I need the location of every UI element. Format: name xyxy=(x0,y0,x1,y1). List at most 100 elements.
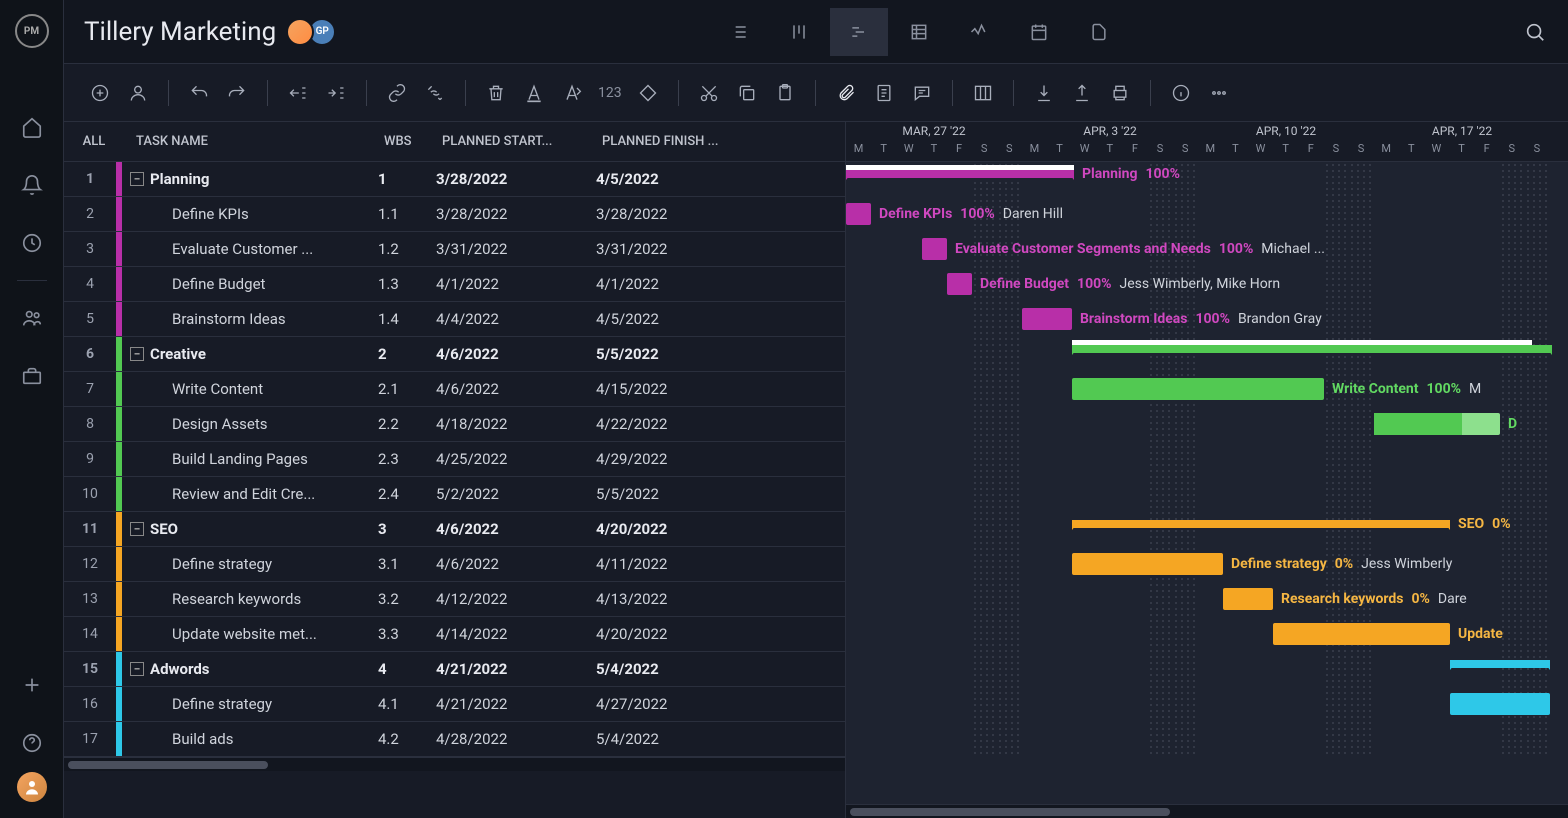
list-view-tab[interactable] xyxy=(710,8,768,56)
col-name[interactable]: TASK NAME xyxy=(124,134,384,149)
table-row[interactable]: 16 Define strategy 4.1 4/21/2022 4/27/20… xyxy=(64,687,845,722)
gantt-bar[interactable]: Update xyxy=(1273,623,1450,645)
add-task-icon[interactable] xyxy=(88,81,112,105)
gantt-row[interactable]: Define KPIs100%Daren Hill xyxy=(846,197,1568,232)
table-row[interactable]: 7 Write Content 2.1 4/6/2022 4/15/2022 xyxy=(64,372,845,407)
gantt-row[interactable]: D xyxy=(846,407,1568,442)
gantt-bar[interactable] xyxy=(1450,660,1550,668)
table-row[interactable]: 5 Brainstorm Ideas 1.4 4/4/2022 4/5/2022 xyxy=(64,302,845,337)
more-icon[interactable] xyxy=(1207,81,1231,105)
gantt-row[interactable]: Define Budget100%Jess Wimberly, Mike Hor… xyxy=(846,267,1568,302)
unlink-icon[interactable] xyxy=(423,81,447,105)
table-row[interactable]: 2 Define KPIs 1.1 3/28/2022 3/28/2022 xyxy=(64,197,845,232)
table-row[interactable]: 4 Define Budget 1.3 4/1/2022 4/1/2022 xyxy=(64,267,845,302)
search-icon[interactable] xyxy=(1522,19,1548,45)
table-row[interactable]: 8 Design Assets 2.2 4/18/2022 4/22/2022 xyxy=(64,407,845,442)
gantt-row[interactable]: Research keywords0%Dare xyxy=(846,582,1568,617)
comments-icon[interactable] xyxy=(910,81,934,105)
font-icon[interactable] xyxy=(522,81,546,105)
gantt-row[interactable]: Planning100% xyxy=(846,162,1568,197)
gantt-bar[interactable]: Write Content100%M xyxy=(1072,378,1324,400)
gantt-bar[interactable] xyxy=(1450,693,1550,715)
table-row[interactable]: 11 −SEO 3 4/6/2022 4/20/2022 xyxy=(64,512,845,547)
table-row[interactable]: 13 Research keywords 3.2 4/12/2022 4/13/… xyxy=(64,582,845,617)
help-icon[interactable] xyxy=(19,730,45,756)
gantt-row[interactable]: Brainstorm Ideas100%Brandon Gray xyxy=(846,302,1568,337)
copy-icon[interactable] xyxy=(735,81,759,105)
collapse-icon[interactable]: − xyxy=(130,172,144,186)
home-icon[interactable] xyxy=(19,114,45,140)
print-icon[interactable] xyxy=(1108,81,1132,105)
table-row[interactable]: 12 Define strategy 3.1 4/6/2022 4/11/202… xyxy=(64,547,845,582)
col-all[interactable]: ALL xyxy=(64,134,116,149)
gantt-row[interactable] xyxy=(846,477,1568,512)
collapse-icon[interactable]: − xyxy=(130,347,144,361)
table-row[interactable]: 10 Review and Edit Cre... 2.4 5/2/2022 5… xyxy=(64,477,845,512)
grid-scrollbar[interactable] xyxy=(64,757,845,771)
trash-icon[interactable] xyxy=(484,81,508,105)
clock-icon[interactable] xyxy=(19,230,45,256)
gantt-bar[interactable]: D xyxy=(1374,413,1500,435)
paste-icon[interactable] xyxy=(773,81,797,105)
gantt-chart[interactable]: MAR, 27 '22APR, 3 '22APR, 10 '22APR, 17 … xyxy=(846,122,1568,818)
gantt-row[interactable] xyxy=(846,652,1568,687)
add-icon[interactable] xyxy=(19,672,45,698)
gantt-bar[interactable]: Brainstorm Ideas100%Brandon Gray xyxy=(1022,308,1072,330)
dashboard-view-tab[interactable] xyxy=(950,8,1008,56)
outdent-icon[interactable] xyxy=(286,81,310,105)
gantt-row[interactable]: Evaluate Customer Segments and Needs100%… xyxy=(846,232,1568,267)
gantt-bar[interactable] xyxy=(1072,345,1552,353)
col-wbs[interactable]: WBS xyxy=(384,134,442,149)
table-row[interactable]: 17 Build ads 4.2 4/28/2022 5/4/2022 xyxy=(64,722,845,757)
link-icon[interactable] xyxy=(385,81,409,105)
gantt-bar[interactable]: Define Budget100%Jess Wimberly, Mike Hor… xyxy=(947,273,972,295)
assign-icon[interactable] xyxy=(126,81,150,105)
gantt-row[interactable] xyxy=(846,442,1568,477)
gantt-bar[interactable]: SEO0% xyxy=(1072,520,1450,528)
board-view-tab[interactable] xyxy=(770,8,828,56)
table-row[interactable]: 9 Build Landing Pages 2.3 4/25/2022 4/29… xyxy=(64,442,845,477)
table-row[interactable]: 3 Evaluate Customer ... 1.2 3/31/2022 3/… xyxy=(64,232,845,267)
gantt-bar[interactable]: Research keywords0%Dare xyxy=(1223,588,1273,610)
table-row[interactable]: 15 −Adwords 4 4/21/2022 5/4/2022 xyxy=(64,652,845,687)
table-row[interactable]: 14 Update website met... 3.3 4/14/2022 4… xyxy=(64,617,845,652)
briefcase-icon[interactable] xyxy=(19,363,45,389)
project-avatars[interactable]: GP xyxy=(292,18,336,46)
collapse-icon[interactable]: − xyxy=(130,522,144,536)
gantt-row[interactable]: Define strategy0%Jess Wimberly xyxy=(846,547,1568,582)
notes-icon[interactable] xyxy=(872,81,896,105)
cut-icon[interactable] xyxy=(697,81,721,105)
table-row[interactable]: 6 −Creative 2 4/6/2022 5/5/2022 xyxy=(64,337,845,372)
gantt-row[interactable] xyxy=(846,687,1568,722)
gantt-view-tab[interactable] xyxy=(830,8,888,56)
indent-icon[interactable] xyxy=(324,81,348,105)
gantt-scrollbar[interactable] xyxy=(846,804,1568,818)
calendar-view-tab[interactable] xyxy=(1010,8,1068,56)
file-view-tab[interactable] xyxy=(1070,8,1128,56)
import-icon[interactable] xyxy=(1032,81,1056,105)
sheet-view-tab[interactable] xyxy=(890,8,948,56)
gantt-bar[interactable]: Planning100% xyxy=(846,170,1074,178)
attach-icon[interactable] xyxy=(834,81,858,105)
info-icon[interactable] xyxy=(1169,81,1193,105)
user-avatar[interactable] xyxy=(17,772,47,802)
team-icon[interactable] xyxy=(19,305,45,331)
bell-icon[interactable] xyxy=(19,172,45,198)
export-icon[interactable] xyxy=(1070,81,1094,105)
columns-icon[interactable] xyxy=(971,81,995,105)
redo-icon[interactable] xyxy=(225,81,249,105)
gantt-row[interactable] xyxy=(846,722,1568,757)
milestone-icon[interactable] xyxy=(636,81,660,105)
undo-icon[interactable] xyxy=(187,81,211,105)
app-logo[interactable]: PM xyxy=(15,14,49,48)
clear-format-icon[interactable] xyxy=(560,81,584,105)
gantt-row[interactable]: Update xyxy=(846,617,1568,652)
gantt-bar[interactable]: Define strategy0%Jess Wimberly xyxy=(1072,553,1223,575)
gantt-row[interactable] xyxy=(846,337,1568,372)
gantt-bar[interactable]: Evaluate Customer Segments and Needs100%… xyxy=(922,238,947,260)
gantt-bar[interactable]: Define KPIs100%Daren Hill xyxy=(846,203,871,225)
table-row[interactable]: 1 −Planning 1 3/28/2022 4/5/2022 xyxy=(64,162,845,197)
gantt-row[interactable]: SEO0% xyxy=(846,512,1568,547)
col-start[interactable]: PLANNED START... xyxy=(442,134,602,149)
gantt-row[interactable]: Write Content100%M xyxy=(846,372,1568,407)
